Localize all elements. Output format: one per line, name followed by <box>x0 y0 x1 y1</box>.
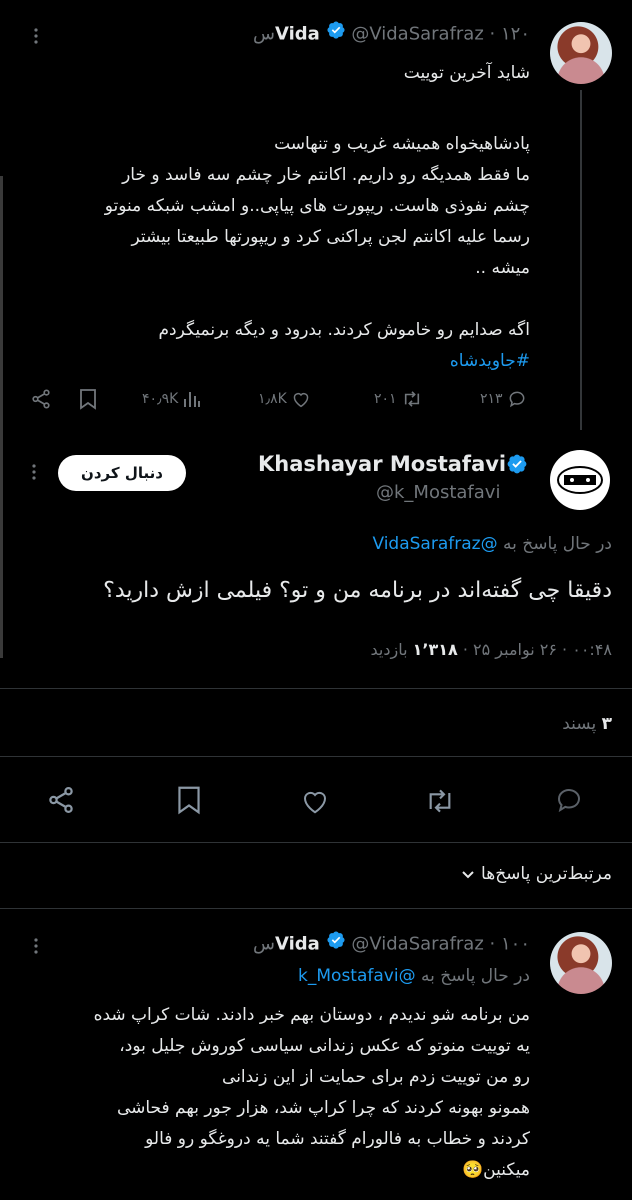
reply-to-link[interactable]: @VidaSarafraz <box>372 534 497 554</box>
retweet-icon[interactable] <box>424 787 456 815</box>
text-line: میشه .. <box>475 258 530 278</box>
text-line: اگه صدایم رو خاموش کردند. بدرود و دیگه ب… <box>158 320 530 340</box>
avatar[interactable] <box>550 932 612 994</box>
likes-label: پسند <box>562 714 597 734</box>
reply-prefix: در حال پاسخ به <box>420 966 530 986</box>
bookmark-icon[interactable] <box>78 388 98 410</box>
retweet-icon <box>401 390 423 408</box>
text-line: یه توییت منوتو که عکس زندانی سیاسی کوروش… <box>119 1036 530 1056</box>
reply-icon <box>507 389 527 409</box>
text-line: من برنامه شو ندیدم ، دوستان بهم خبر دادن… <box>93 1005 530 1025</box>
thread-line <box>580 90 582 430</box>
verified-icon <box>506 453 528 479</box>
text-line: کردند و خطاب به فالورام گفتند شما یه درو… <box>145 1129 530 1149</box>
like-button[interactable]: ۱٫۸K <box>258 388 311 410</box>
verified-icon <box>326 20 346 49</box>
views-button[interactable]: ۴۰٫۹K <box>142 388 201 410</box>
author-handle[interactable]: @VidaSarafraz <box>351 24 483 45</box>
more-icon[interactable] <box>24 462 44 482</box>
sort-dropdown[interactable]: مرتبط‌ترین پاسخ‌ها <box>460 860 612 888</box>
likes-count: ۳ <box>601 714 612 734</box>
tweet-text: شاید آخرین توییت پادشاهیخواه همیشه غریب … <box>30 58 530 377</box>
divider <box>0 688 632 689</box>
likes-summary[interactable]: ۳ پسند <box>562 710 612 738</box>
author-handle[interactable]: @VidaSarafraz <box>351 934 483 955</box>
text-line: رسما علیه اکانتم لجن پراکنی کرد و ریپورت… <box>131 227 530 247</box>
reply-prefix: در حال پاسخ به <box>502 534 612 554</box>
tweet-header: Vida @VidaSarafraz · ۱۰۰س <box>253 930 530 958</box>
author-name[interactable]: Vida <box>275 24 320 45</box>
retweet-button[interactable]: ۲۰۱ <box>374 388 423 410</box>
hashtag-link[interactable]: #جاویدشاه <box>30 346 530 377</box>
text-line: میکنین🥺 <box>462 1160 530 1180</box>
tweet-timestamp[interactable]: ۰۰:۴۸ · ۲۶ نوامبر ۲۵ <box>473 640 612 659</box>
replying-to: در حال پاسخ به @k_Mostafavi <box>298 962 530 990</box>
reply-button[interactable]: ۲۱۳ <box>480 388 527 410</box>
divider <box>0 842 632 843</box>
text-line: همونو بهونه کردند که چرا کراپ شد، هزار ج… <box>116 1098 530 1118</box>
logo-mark <box>557 466 603 494</box>
views-label: بازدید <box>370 640 408 659</box>
verified-icon <box>326 930 346 959</box>
author-handle[interactable]: @k_Mostafavi <box>376 480 500 506</box>
reply-to-link[interactable]: @k_Mostafavi <box>298 966 416 986</box>
text-line: پادشاهیخواه همیشه غریب و تنهاست <box>274 134 530 154</box>
views-count: ۴۰٫۹K <box>142 391 179 407</box>
divider <box>0 908 632 909</box>
share-icon[interactable] <box>46 785 76 815</box>
like-icon <box>291 390 311 408</box>
follow-button[interactable]: دنبال کردن <box>58 455 186 491</box>
views-icon <box>183 390 201 408</box>
bookmark-icon[interactable] <box>175 785 203 815</box>
share-icon[interactable] <box>30 388 52 410</box>
retweet-count: ۲۰۱ <box>374 391 397 407</box>
tweet-header: Vida @VidaSarafraz · ۱۲۰س <box>253 20 530 48</box>
text-line: شاید آخرین توییت <box>403 63 530 83</box>
reply-icon[interactable] <box>554 785 584 815</box>
chevron-down-icon <box>460 866 476 882</box>
reply-count: ۲۱۳ <box>480 391 503 407</box>
sort-label: مرتبط‌ترین پاسخ‌ها <box>481 864 612 884</box>
divider <box>0 756 632 757</box>
views-count: ۱٬۳۱۸ <box>412 640 458 659</box>
text-line: چشم نفوذی هاست. ریپورت های پیاپی..و امشب… <box>104 196 530 216</box>
avatar[interactable] <box>550 450 610 510</box>
avatar[interactable] <box>550 22 612 84</box>
tweet-text: من برنامه شو ندیدم ، دوستان بهم خبر دادن… <box>30 1000 530 1186</box>
like-count: ۱٫۸K <box>258 391 287 407</box>
text-line: رو من توییت زدم برای حمایت از این زندانی <box>222 1067 530 1087</box>
author-name[interactable]: Vida <box>275 934 320 955</box>
action-bar: ۴۰٫۹K ۱٫۸K ۲۰۱ ۲۱۳ <box>30 384 530 412</box>
text-line: ما فقط همدیگه رو داریم. اکانتم خار چشم س… <box>122 165 530 185</box>
scrollbar[interactable] <box>0 176 3 658</box>
more-icon[interactable] <box>26 26 46 46</box>
author-name[interactable]: Khashayar Mostafavi <box>258 450 506 478</box>
tweet-meta: ۰۰:۴۸ · ۲۶ نوامبر ۲۵ · ۱٬۳۱۸ بازدید <box>370 640 613 659</box>
more-icon[interactable] <box>26 936 46 956</box>
like-icon[interactable] <box>300 787 330 815</box>
tweet-text: دقیقا چی گفته‌اند در برنامه من و تو؟ فیل… <box>103 578 612 603</box>
replying-to: در حال پاسخ به @VidaSarafraz <box>372 530 612 558</box>
